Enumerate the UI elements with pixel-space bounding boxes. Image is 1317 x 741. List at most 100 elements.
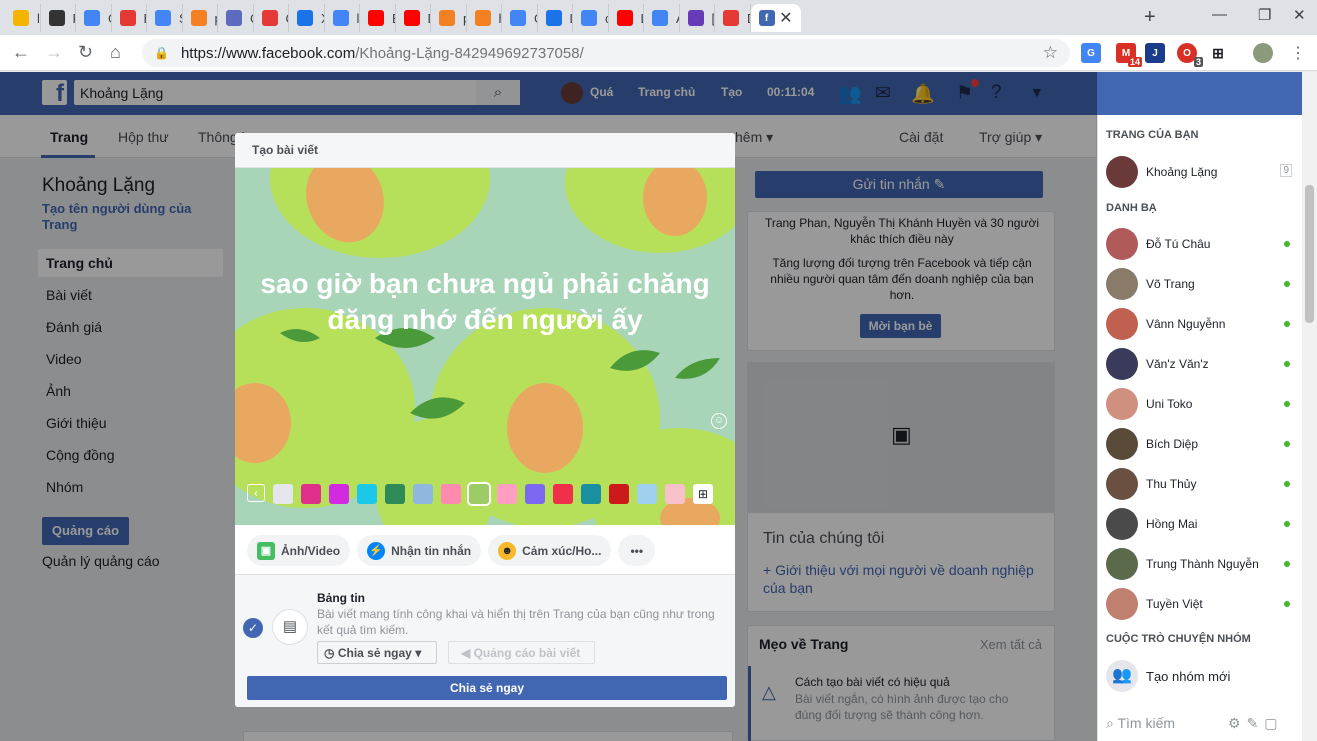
extension-red-icon[interactable]: O3 [1177,43,1203,67]
chat-search-placeholder: Tìm kiếm [1117,715,1176,731]
profile-avatar[interactable] [1253,43,1273,63]
contact-row[interactable]: Văn'z Văn'z [1098,344,1302,384]
browser-tab[interactable]: Xi [289,4,325,32]
feeling-button[interactable]: ☻ Cảm xúc/Ho... [488,535,612,566]
browser-tab[interactable]: h [467,4,502,32]
window-close-button[interactable]: ✕ [1293,6,1306,24]
background-swatch[interactable] [413,484,433,504]
post-text-input[interactable]: sao giờ bạn chưa ngủ phải chăng đăng nhớ… [255,266,715,338]
background-swatch[interactable] [301,484,321,504]
more-options-button[interactable]: ••• [618,535,656,566]
browser-tab[interactable]: lie [325,4,360,32]
collapse-icon[interactable]: ▢ [1264,715,1283,731]
chat-settings-icon[interactable]: ⚙ [1228,715,1247,731]
all-backgrounds-grid-icon[interactable]: ⊞ [693,484,713,504]
share-timing-select[interactable]: ◷ Chia sẻ ngay ▾ [317,641,437,664]
contact-name: Hồng Mai [1146,517,1198,531]
browser-tab[interactable]: lo [5,4,41,32]
online-status-dot [1284,361,1290,367]
chat-search-input[interactable]: ⌕ Tìm kiếm [1106,715,1175,732]
background-swatch[interactable] [357,484,377,504]
your-page-row[interactable]: Khoảng Lặng 9 [1098,152,1302,192]
new-tab-button[interactable]: + [1144,6,1156,29]
swatch-back-icon[interactable]: ‹ [247,484,265,502]
background-swatch[interactable] [581,484,601,504]
background-swatch[interactable] [553,484,573,504]
browser-tab[interactable]: Li [609,4,644,32]
browser-tab[interactable]: G [502,4,538,32]
browser-tab[interactable]: El [112,4,147,32]
background-swatch[interactable] [665,484,685,504]
background-swatch[interactable] [609,484,629,504]
post-background-canvas[interactable]: sao giờ bạn chưa ngủ phải chăng đăng nhớ… [235,168,735,525]
tab-close-icon[interactable]: ✕ [779,8,792,28]
online-status-dot [1284,601,1290,607]
contact-row[interactable]: Trung Thành Nguyễn [1098,544,1302,584]
translate-extension-icon[interactable]: G [1081,43,1101,63]
browser-tab[interactable]: Li [538,4,573,32]
background-swatch[interactable] [385,484,405,504]
tab-favicon-icon [545,10,562,26]
browser-tab[interactable]: pl [431,4,467,32]
browser-tab[interactable]: pl [183,4,218,32]
background-swatch[interactable] [273,484,293,504]
contact-row[interactable]: Đỗ Tú Châu [1098,224,1302,264]
background-swatch[interactable] [525,484,545,504]
restore-button[interactable]: ❐ [1258,6,1271,24]
boost-post-button[interactable]: ◀ Quảng cáo bài viết [448,641,595,664]
address-bar[interactable]: 🔒 https://www.facebook.com/Khoảng-Lặng-8… [142,39,1070,67]
news-feed-icon: ▤ [272,609,308,645]
your-pages-heading: TRANG CỦA BẠN [1106,129,1199,141]
get-messages-button[interactable]: ⚡ Nhận tin nhắn [357,535,482,566]
tab-title: D [747,11,750,26]
checkmark-icon[interactable]: ✓ [243,618,263,638]
browser-tab[interactable]: ch [573,4,609,32]
bookmark-star-icon[interactable]: ☆ [1043,43,1058,63]
minimize-button[interactable]: — [1212,6,1227,23]
reload-icon[interactable]: ↻ [78,42,93,63]
contact-row[interactable]: Tuyền Việt [1098,584,1302,624]
browser-tab[interactable]: [F [680,4,715,32]
home-icon[interactable]: ⌂ [110,42,121,63]
browser-menu-icon[interactable]: ⋮ [1290,43,1306,63]
browser-tab[interactable]: Pe [41,4,76,32]
emoji-icon[interactable]: ☺ [711,413,727,429]
browser-tab[interactable]: Cr [254,4,289,32]
new-group-row[interactable]: 👥 Tạo nhóm mới [1098,656,1302,696]
contact-row[interactable]: Uni Toko [1098,384,1302,424]
background-swatch[interactable] [329,484,349,504]
online-status-dot [1284,321,1290,327]
page-scrollbar[interactable] [1302,72,1317,741]
background-swatch[interactable] [441,484,461,504]
contact-row[interactable]: Vânn Nguyễnn [1098,304,1302,344]
boost-post-label: Quảng cáo bài viết [473,646,581,660]
photo-video-button[interactable]: ▣ Ảnh/Video [247,535,351,566]
browser-tab[interactable]: G [76,4,112,32]
sitemap-extension-icon[interactable]: ⊞ [1208,43,1228,63]
browser-tab[interactable]: SO [147,4,183,32]
gmail-extension-icon[interactable]: M 14 [1116,43,1142,67]
background-swatch[interactable] [497,484,517,504]
share-now-button[interactable]: Chia sẻ ngay [247,676,727,700]
browser-tab[interactable]: D [396,4,431,32]
online-status-dot [1284,241,1290,247]
back-icon[interactable]: ← [12,42,30,63]
new-message-icon[interactable]: ✎ [1247,715,1265,731]
chat-search-icon: ⌕ [1106,715,1118,731]
contact-row[interactable]: Bích Diệp [1098,424,1302,464]
browser-tab[interactable]: A [644,4,680,32]
forward-icon[interactable]: → [45,42,63,63]
browser-tab[interactable]: f ✕ [750,4,801,32]
background-swatch[interactable] [467,482,491,506]
contacts-heading: DANH BẠ [1106,202,1157,214]
extension-icon[interactable]: J [1145,43,1165,63]
extension-badge: 3 [1193,57,1203,67]
contact-row[interactable]: Hồng Mai [1098,504,1302,544]
browser-tab[interactable]: D [715,4,751,32]
browser-tab[interactable]: C [218,4,254,32]
background-swatch[interactable] [637,484,657,504]
contact-row[interactable]: Thu Thủy [1098,464,1302,504]
scrollbar-thumb[interactable] [1305,185,1314,323]
browser-tab[interactable]: Bi [360,4,396,32]
contact-row[interactable]: Võ Trang [1098,264,1302,304]
